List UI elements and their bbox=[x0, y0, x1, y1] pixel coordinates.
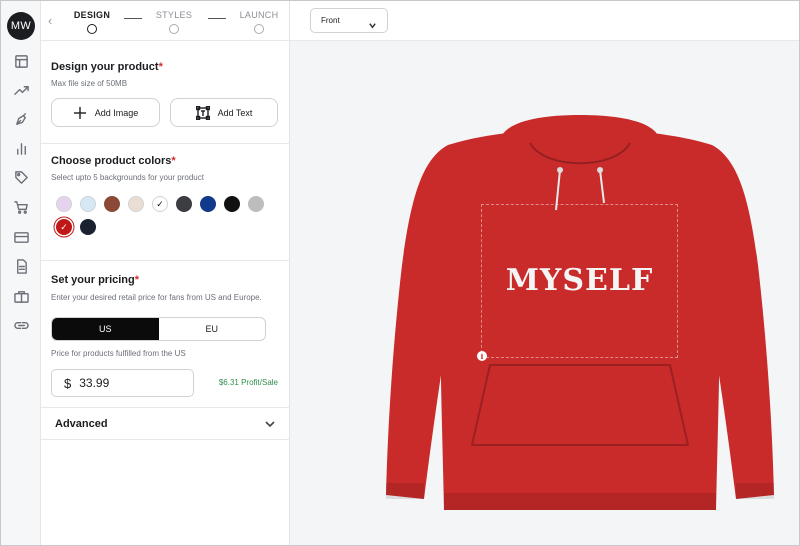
briefcase-icon[interactable] bbox=[12, 287, 30, 305]
text-frame-icon bbox=[195, 105, 210, 120]
color-swatch[interactable] bbox=[56, 196, 72, 212]
canvas-toolbar: Front bbox=[290, 1, 799, 41]
check-icon: ✓ bbox=[60, 221, 68, 232]
bar-chart-icon[interactable] bbox=[12, 139, 30, 157]
pricing-section: Set your pricing* Enter your desired ret… bbox=[41, 261, 290, 408]
design-title: Design your product* bbox=[51, 61, 163, 73]
region-toggle: US EU bbox=[51, 317, 266, 341]
preview-canvas: Front MYSELF bbox=[290, 1, 799, 545]
color-swatch[interactable]: ✓ bbox=[152, 196, 168, 212]
chevron-down-icon bbox=[264, 417, 276, 429]
color-swatch[interactable]: ✓ bbox=[56, 219, 72, 235]
step-launch-label: LAUNCH bbox=[239, 10, 279, 20]
hoodie-hem bbox=[444, 493, 716, 510]
step-indicator: ‹ DESIGN STYLES LAUNCH bbox=[41, 1, 290, 41]
tag-icon[interactable] bbox=[12, 168, 30, 186]
check-icon: ✓ bbox=[156, 198, 164, 209]
color-swatch[interactable] bbox=[80, 219, 96, 235]
step-connector bbox=[124, 18, 142, 19]
plus-icon bbox=[73, 106, 86, 119]
icon-rail: MW bbox=[1, 1, 41, 545]
view-select-value: Front bbox=[321, 16, 340, 25]
advanced-accordion[interactable]: Advanced bbox=[41, 408, 290, 440]
pen-tool-icon[interactable] bbox=[12, 110, 30, 128]
back-chevron-icon[interactable]: ‹ bbox=[48, 13, 52, 28]
add-image-button[interactable]: Add Image bbox=[51, 98, 160, 127]
add-image-label: Add Image bbox=[94, 107, 139, 118]
add-text-button[interactable]: Add Text bbox=[170, 98, 278, 127]
step-styles-dot bbox=[169, 24, 179, 34]
color-swatch[interactable] bbox=[224, 196, 240, 212]
profit-label: $6.31 Profit/Sale bbox=[218, 378, 278, 387]
region-eu-tab[interactable]: EU bbox=[159, 318, 266, 340]
color-swatch[interactable] bbox=[104, 196, 120, 212]
step-connector bbox=[208, 18, 226, 19]
color-swatch[interactable] bbox=[200, 196, 216, 212]
price-input[interactable] bbox=[79, 376, 170, 390]
step-launch-dot bbox=[254, 24, 264, 34]
print-text[interactable]: MYSELF bbox=[481, 263, 678, 298]
currency-symbol: $ bbox=[64, 375, 72, 391]
layout-icon[interactable] bbox=[12, 52, 30, 70]
step-design[interactable]: DESIGN bbox=[62, 10, 122, 34]
link-icon[interactable] bbox=[12, 316, 30, 334]
info-icon[interactable]: i bbox=[477, 351, 487, 361]
colors-title: Choose product colors* bbox=[51, 155, 176, 167]
credit-card-icon[interactable] bbox=[12, 228, 30, 246]
step-design-label: DESIGN bbox=[73, 10, 111, 20]
color-swatch[interactable] bbox=[176, 196, 192, 212]
grommet-right bbox=[597, 167, 603, 173]
trending-icon[interactable] bbox=[12, 81, 30, 99]
step-styles-label: STYLES bbox=[155, 10, 193, 20]
step-styles[interactable]: STYLES bbox=[144, 10, 204, 34]
color-swatch[interactable] bbox=[248, 196, 264, 212]
colors-subtitle: Select upto 5 backgrounds for your produ… bbox=[51, 173, 204, 182]
advanced-label: Advanced bbox=[55, 418, 108, 430]
cart-icon[interactable] bbox=[12, 198, 30, 216]
view-select[interactable]: Front bbox=[310, 8, 388, 33]
design-subtitle: Max file size of 50MB bbox=[51, 79, 128, 88]
left-cuff bbox=[386, 483, 424, 499]
colors-section: Choose product colors* Select upto 5 bac… bbox=[41, 144, 290, 261]
design-panel: ‹ DESIGN STYLES LAUNCH Design your produ… bbox=[41, 1, 290, 545]
step-launch[interactable]: LAUNCH bbox=[229, 10, 289, 34]
region-us-tab[interactable]: US bbox=[52, 318, 159, 340]
step-design-dot bbox=[87, 24, 97, 34]
fulfilled-note: Price for products fulfilled from the US bbox=[51, 349, 186, 358]
color-swatch[interactable] bbox=[80, 196, 96, 212]
color-swatch[interactable] bbox=[128, 196, 144, 212]
pricing-subtitle: Enter your desired retail price for fans… bbox=[51, 293, 262, 302]
grommet-left bbox=[557, 167, 563, 173]
design-section: Design your product* Max file size of 50… bbox=[41, 41, 290, 144]
chevron-down-icon bbox=[368, 17, 377, 29]
price-field: $ bbox=[51, 369, 194, 397]
avatar[interactable]: MW bbox=[7, 12, 35, 40]
add-text-label: Add Text bbox=[217, 107, 253, 118]
right-cuff bbox=[736, 483, 774, 499]
document-icon[interactable] bbox=[12, 257, 30, 275]
pricing-title: Set your pricing* bbox=[51, 274, 140, 286]
